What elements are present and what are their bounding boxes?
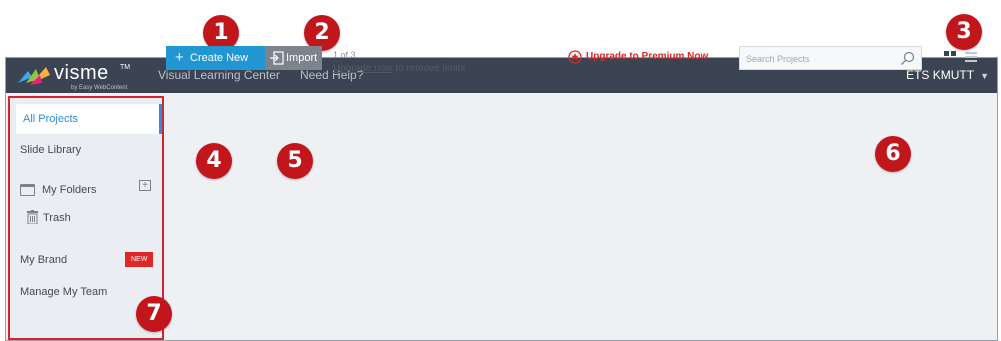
user-name: ETS KMUTT (906, 68, 975, 82)
project-usage-count: 1 of 3 (333, 50, 356, 60)
import-label: Import (286, 52, 318, 64)
visme-logo-icon (18, 67, 50, 85)
search-box (739, 46, 922, 70)
grid-view-icon[interactable] (941, 48, 959, 66)
logo-trademark: TM (120, 64, 131, 71)
upgrade-premium-link[interactable]: Upgrade to Premium Now (586, 51, 708, 62)
callout-marker-7: 7 (136, 296, 172, 332)
new-badge: NEW (125, 252, 154, 267)
sidebar-item-manage-my-team[interactable]: Manage My Team (20, 286, 107, 298)
folder-icon (20, 184, 35, 196)
search-icon[interactable] (900, 51, 915, 66)
nav-visual-learning-center[interactable]: Visual Learning Center (158, 68, 280, 82)
callout-marker-5: 5 (277, 143, 313, 179)
plus-icon: + (175, 49, 184, 66)
import-button[interactable]: Import (265, 46, 322, 70)
limits-suffix: to remove limits (392, 63, 466, 74)
list-view-icon[interactable] (962, 48, 980, 66)
star-badge-icon (568, 50, 582, 64)
trash-icon (27, 210, 38, 224)
create-new-button[interactable]: + Create New (166, 46, 265, 70)
user-menu[interactable]: ETS KMUTT ▼ (906, 68, 989, 82)
import-icon (270, 51, 284, 65)
logo-tagline: by Easy WebContent (71, 85, 128, 91)
create-new-label: Create New (190, 52, 249, 64)
callout-marker-4: 4 (196, 143, 232, 179)
upgrade-limits-text: Upgrade now to remove limits (333, 63, 465, 74)
callout-marker-6: 6 (875, 136, 911, 172)
add-folder-icon[interactable]: + (139, 180, 151, 191)
search-input[interactable] (746, 51, 896, 66)
sidebar-item-trash[interactable]: Trash (43, 212, 71, 224)
sidebar-item-all-projects[interactable]: All Projects (16, 104, 162, 134)
callout-marker-3: 3 (946, 14, 982, 50)
sidebar-item-my-brand[interactable]: My Brand (20, 254, 67, 266)
sidebar-item-slide-library[interactable]: Slide Library (20, 144, 81, 156)
logo-wordmark: visme (54, 62, 109, 84)
upgrade-now-link[interactable]: Upgrade now (333, 63, 392, 74)
sidebar-item-my-folders[interactable]: My Folders (42, 184, 96, 196)
visme-logo[interactable]: visme TM by Easy WebContent (16, 62, 146, 91)
sidebar-item-label: All Projects (23, 113, 79, 125)
caret-down-icon: ▼ (980, 71, 989, 81)
